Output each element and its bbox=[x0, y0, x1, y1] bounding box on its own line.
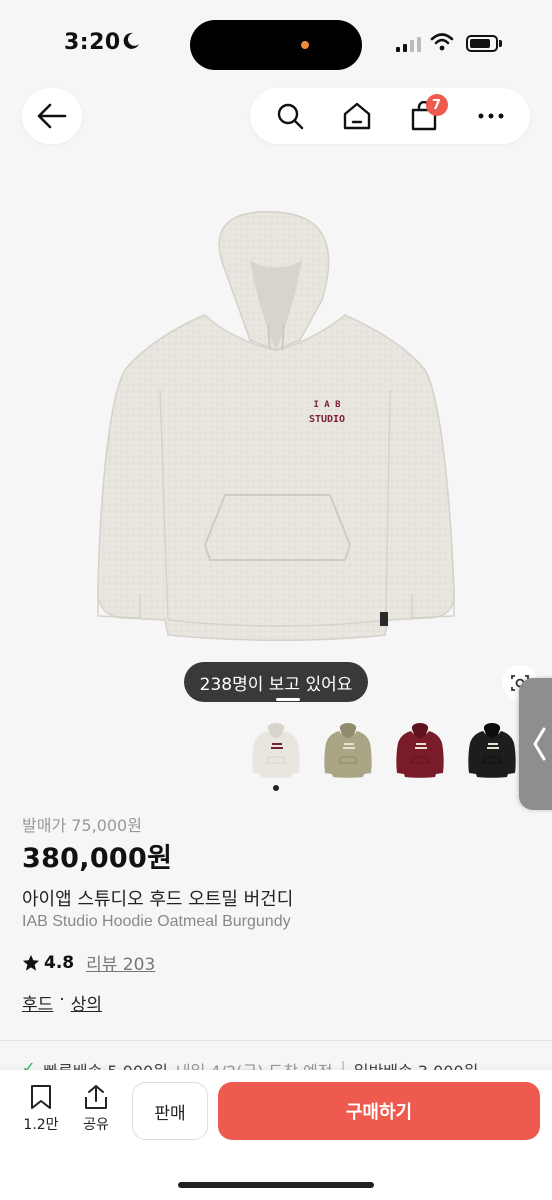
rating-row: 4.8 리뷰 203 bbox=[22, 950, 155, 975]
product-name-english: IAB Studio Hoodie Oatmeal Burgundy bbox=[22, 913, 291, 930]
cart-count-badge: 7 bbox=[425, 94, 448, 116]
thumbnail-black[interactable] bbox=[462, 718, 522, 780]
star-icon bbox=[22, 954, 40, 971]
thumbnail-olive[interactable] bbox=[318, 718, 378, 780]
category-breadcrumb: 후드 · 상의 bbox=[22, 990, 102, 1015]
buy-button[interactable]: 구매하기 bbox=[218, 1082, 540, 1140]
share-label: 공유 bbox=[83, 1117, 109, 1133]
product-image[interactable]: I A B STUDIO bbox=[0, 150, 552, 705]
category-separator: · bbox=[59, 990, 65, 1010]
cart-button[interactable]: 7 bbox=[404, 94, 448, 136]
thumbnail-page-dot bbox=[273, 785, 279, 791]
bookmark-button[interactable]: 1.2만 bbox=[19, 1084, 63, 1134]
color-thumbnails bbox=[246, 718, 522, 780]
rating-value: 4.8 bbox=[44, 952, 75, 973]
viewers-count-pill: 238명이 보고 있어요 bbox=[184, 662, 368, 702]
share-button[interactable]: 공유 bbox=[74, 1084, 118, 1134]
home-icon bbox=[343, 102, 370, 130]
bookmark-icon bbox=[31, 1085, 51, 1109]
more-button[interactable] bbox=[471, 96, 511, 136]
image-page-indicator bbox=[276, 698, 300, 701]
bottom-action-bar: 1.2만 공유 판매 구매하기 bbox=[0, 1070, 552, 1200]
product-name-korean: 아이앱 스튜디오 후드 오트밀 버건디 bbox=[22, 889, 294, 910]
thumbnail-oatmeal[interactable] bbox=[246, 718, 306, 780]
original-price: 발매가 75,000원 bbox=[22, 816, 142, 835]
battery-icon bbox=[466, 35, 498, 52]
moon-icon bbox=[122, 32, 140, 55]
wifi-icon bbox=[430, 32, 454, 56]
side-drawer-handle[interactable] bbox=[519, 678, 552, 810]
category-link-tops[interactable]: 상의 bbox=[71, 990, 102, 1015]
battery-tip bbox=[499, 40, 502, 47]
bookmark-count: 1.2만 bbox=[23, 1117, 59, 1133]
status-time: 3:20 bbox=[64, 30, 121, 55]
top-nav-actions: 7 bbox=[250, 88, 530, 144]
more-dots-icon bbox=[478, 113, 503, 119]
category-link-hoodie[interactable]: 후드 bbox=[22, 990, 53, 1015]
home-button[interactable] bbox=[337, 96, 377, 136]
product-logo-line1: I A B bbox=[313, 400, 341, 410]
recording-indicator-icon bbox=[301, 41, 309, 49]
back-button[interactable] bbox=[22, 88, 82, 144]
thumbnail-burgundy[interactable] bbox=[390, 718, 450, 780]
search-button[interactable] bbox=[270, 96, 310, 136]
status-bar: 3:20 bbox=[0, 0, 552, 92]
review-count-link[interactable]: 리뷰 203 bbox=[86, 950, 155, 975]
dynamic-island bbox=[190, 20, 362, 70]
arrow-left-icon bbox=[37, 103, 67, 129]
search-icon bbox=[277, 103, 303, 130]
section-divider bbox=[0, 1040, 552, 1041]
current-price: 380,000원 bbox=[22, 843, 173, 874]
share-icon bbox=[85, 1085, 107, 1109]
chevron-left-icon bbox=[533, 727, 546, 761]
sell-button[interactable]: 판매 bbox=[132, 1082, 208, 1140]
home-indicator bbox=[178, 1182, 374, 1188]
product-logo-line2: STUDIO bbox=[309, 414, 345, 425]
cellular-signal-icon bbox=[396, 36, 421, 52]
